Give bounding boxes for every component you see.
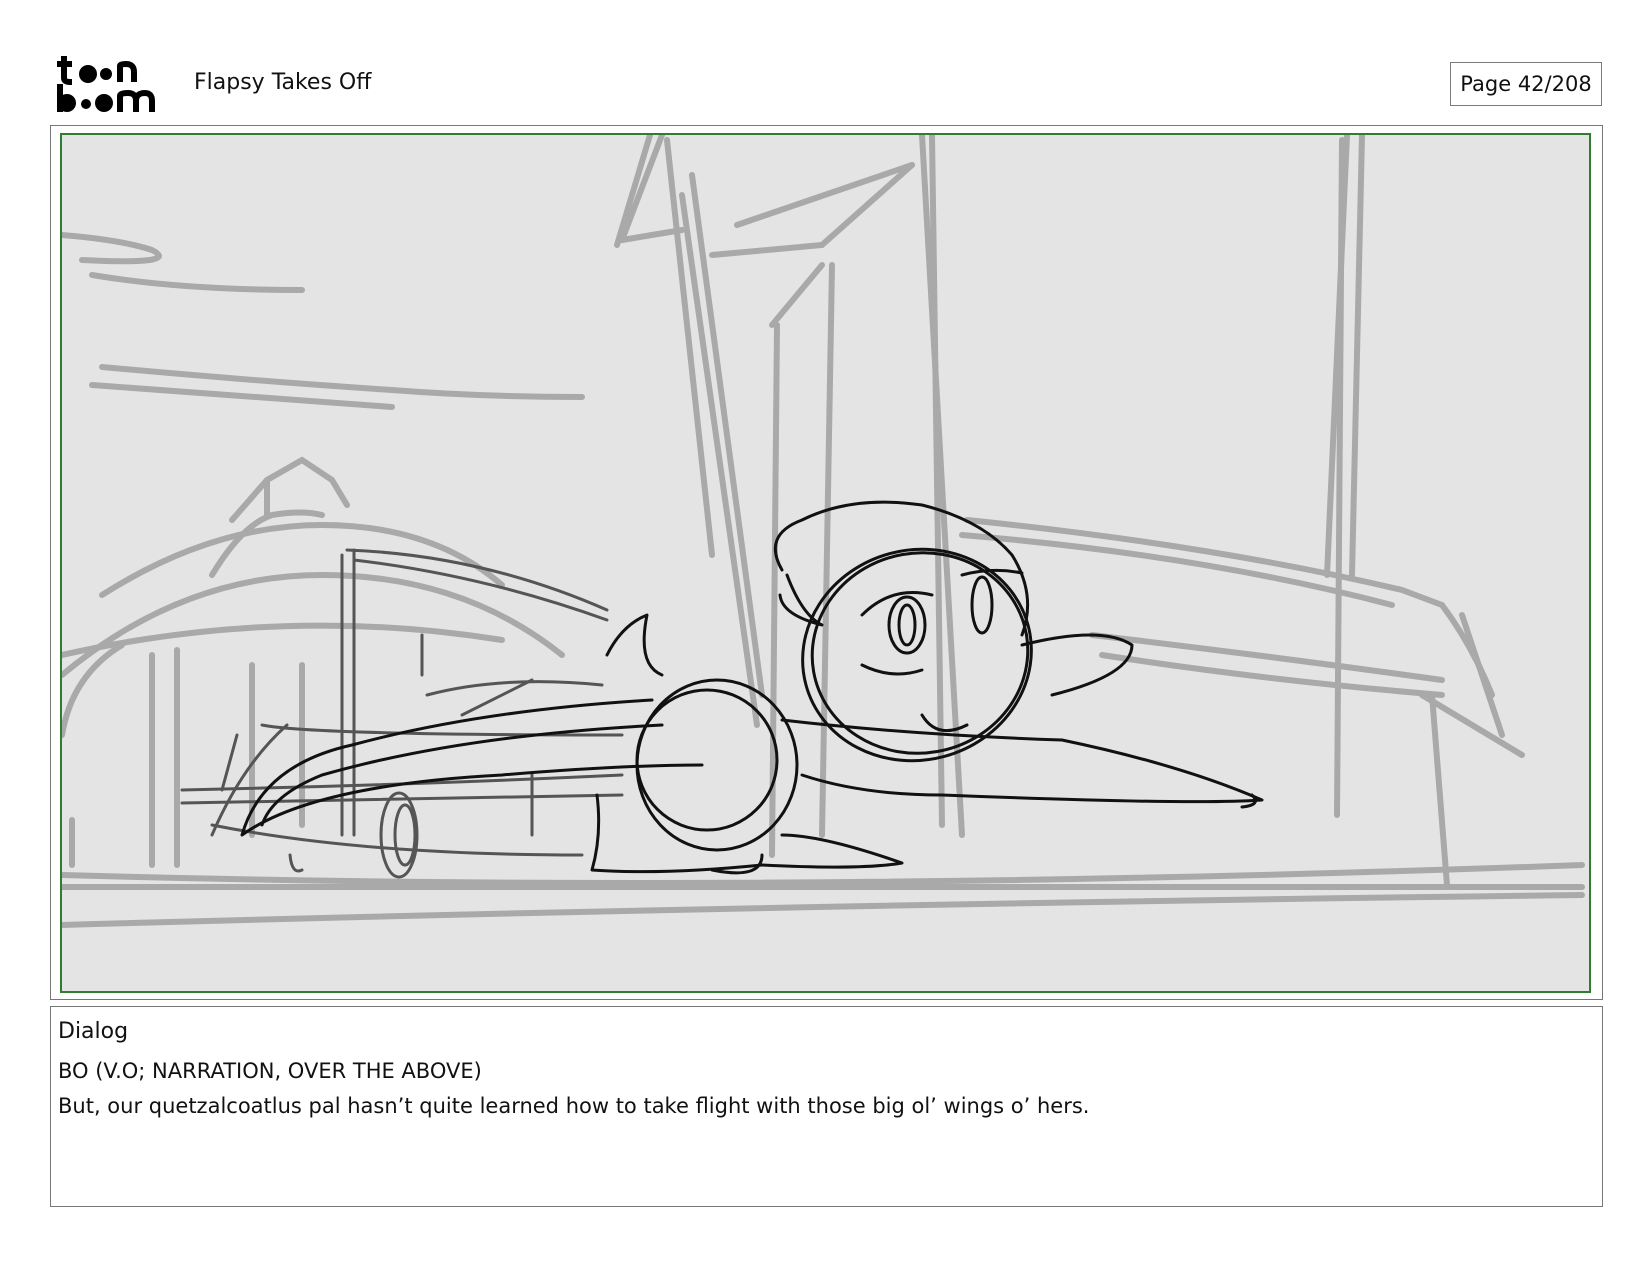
character-sketch xyxy=(240,500,1264,875)
dialog-label: Dialog xyxy=(58,1019,129,1044)
dialog-speaker: BO (V.O; NARRATION, OVER THE ABOVE) xyxy=(58,1059,482,1083)
page-number: 42/208 xyxy=(1517,72,1592,96)
project-title: Flapsy Takes Off xyxy=(194,70,372,95)
background-sketch xyxy=(62,135,1585,928)
storyboard-panel-image xyxy=(60,133,1591,993)
dialog-box: Dialog BO (V.O; NARRATION, OVER THE ABOV… xyxy=(50,1006,1603,1207)
toon-boom-logo xyxy=(57,56,155,112)
dialog-line: But, our quetzalcoatlus pal hasn’t quite… xyxy=(58,1094,1090,1118)
page-label: Page xyxy=(1460,72,1512,96)
page-indicator: Page 42/208 xyxy=(1450,62,1602,106)
midground-sketch xyxy=(180,548,624,879)
sketch-drawing xyxy=(62,135,1585,928)
